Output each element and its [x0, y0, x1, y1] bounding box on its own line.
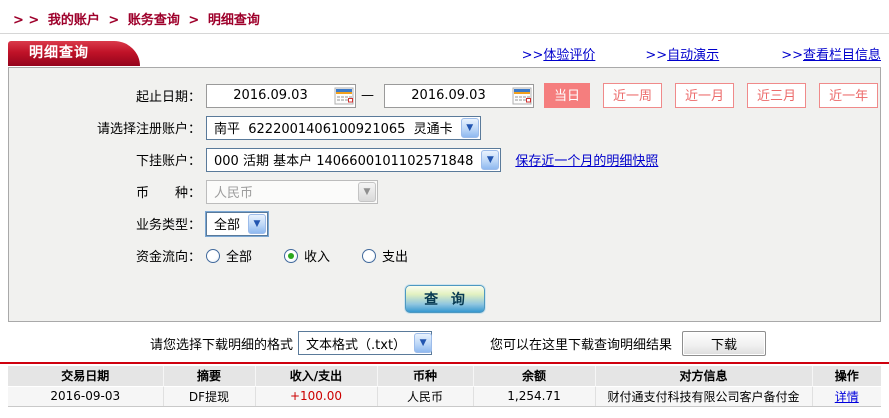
breadcrumb-separator: >	[108, 13, 119, 28]
page-title: 明细查询	[29, 45, 89, 61]
breadcrumb: > > 我的账户 > 账务查询 > 明细查询	[0, 0, 889, 28]
register-account-row: 请选择注册账户： 南平 6222001406100921065 灵通卡 ▼	[9, 115, 880, 140]
col-header-date: 交易日期	[8, 366, 163, 386]
cell-currency: 人民币	[377, 386, 473, 406]
register-account-value: 南平 6222001406100921065 灵通卡	[207, 118, 460, 137]
chevron-down-icon: ▼	[358, 182, 376, 202]
result-table: 交易日期 摘要 收入/支出 币种 余额 对方信息 操作 2016-09-03 D…	[8, 366, 881, 407]
flow-option-income-label: 收入	[304, 246, 330, 265]
download-hint: 您可以在这里下载查询明细结果	[490, 334, 672, 353]
query-button[interactable]: 查 询	[405, 285, 485, 313]
query-form-panel: 起止日期： 2016.09.03 — 2016.09.03	[8, 67, 881, 322]
query-button-row: 查 询	[9, 285, 880, 313]
breadcrumb-item-my-account[interactable]: 我的账户	[48, 13, 100, 28]
date-range-row: 起止日期： 2016.09.03 — 2016.09.03	[9, 83, 880, 108]
currency-label: 币 种：	[9, 182, 201, 201]
date-from-value: 2016.09.03	[207, 88, 334, 103]
cell-amount: +100.00	[255, 386, 377, 406]
save-snapshot-link[interactable]: 保存近一个月的明细快照	[515, 150, 658, 169]
col-header-counterparty: 对方信息	[595, 366, 812, 386]
col-header-currency: 币种	[377, 366, 473, 386]
chevron-down-icon[interactable]: ▼	[414, 333, 432, 353]
col-header-balance: 余额	[473, 366, 595, 386]
fund-flow-label: 资金流向：	[9, 246, 201, 265]
chevron-down-icon[interactable]: ▼	[461, 118, 479, 138]
flow-option-expense[interactable]: 支出	[362, 246, 408, 265]
quick-range-year-button[interactable]: 近一年	[819, 83, 878, 108]
col-header-action: 操作	[812, 366, 881, 386]
table-row: 2016-09-03 DF提现 +100.00 人民币 1,254.71 财付通…	[8, 386, 881, 406]
breadcrumb-separator: >	[188, 13, 199, 28]
register-account-select[interactable]: 南平 6222001406100921065 灵通卡 ▼	[206, 116, 481, 140]
link-view-column-info[interactable]: >>查看栏目信息	[781, 44, 881, 63]
table-top-divider	[0, 362, 889, 364]
currency-value: 人民币	[207, 182, 357, 201]
link-auto-demo[interactable]: >>自动演示	[645, 44, 719, 63]
breadcrumb-prefix: > >	[13, 13, 39, 28]
tab-row: 明细查询 >>体验评价 >>自动演示 >>查看栏目信息	[8, 41, 881, 66]
chevron-down-icon[interactable]: ▼	[248, 214, 266, 234]
radio-checked-icon[interactable]	[284, 249, 298, 263]
quick-range-week-button[interactable]: 近一周	[603, 83, 662, 108]
quick-range-today-button[interactable]: 当日	[544, 83, 590, 108]
sub-account-value: 000 活期 基本户 1406600101102571848	[207, 150, 480, 169]
breadcrumb-divider	[0, 33, 889, 34]
cell-balance: 1,254.71	[473, 386, 595, 406]
calendar-icon[interactable]	[512, 86, 532, 106]
cell-summary: DF提现	[163, 386, 255, 406]
date-range-label: 起止日期：	[9, 86, 201, 105]
date-separator: —	[361, 88, 374, 103]
link-experience-review[interactable]: >>体验评价	[522, 44, 596, 63]
sub-account-label: 下挂账户：	[9, 150, 201, 169]
link-prefix: >>	[522, 48, 544, 63]
download-format-select[interactable]: 文本格式（.txt） ▼	[298, 331, 432, 355]
flow-option-all-label: 全部	[226, 246, 252, 265]
date-to-input[interactable]: 2016.09.03	[384, 84, 534, 108]
download-row: 请您选择下载明细的格式 文本格式（.txt） ▼ 您可以在这里下载查询明细结果 …	[0, 330, 889, 356]
fund-flow-row: 资金流向： 全部 收入 支出	[9, 243, 880, 268]
business-type-row: 业务类型： 全部 ▼	[9, 211, 880, 236]
flow-option-all[interactable]: 全部	[206, 246, 252, 265]
download-format-value: 文本格式（.txt）	[299, 334, 413, 353]
col-header-amount: 收入/支出	[255, 366, 377, 386]
header-links: >>体验评价 >>自动演示 >>查看栏目信息	[522, 44, 881, 63]
register-account-label: 请选择注册账户：	[9, 118, 201, 137]
quick-range-month-button[interactable]: 近一月	[675, 83, 734, 108]
quick-range-3months-button[interactable]: 近三月	[747, 83, 806, 108]
sub-account-select[interactable]: 000 活期 基本户 1406600101102571848 ▼	[206, 148, 501, 172]
tab-detail-query: 明细查询	[8, 41, 110, 66]
detail-link[interactable]: 详情	[835, 390, 859, 404]
cell-date: 2016-09-03	[8, 386, 163, 406]
download-button[interactable]: 下载	[682, 331, 766, 356]
chevron-down-icon[interactable]: ▼	[481, 150, 499, 170]
cell-counterparty: 财付通支付科技有限公司客户备付金	[595, 386, 812, 406]
date-to-value: 2016.09.03	[385, 88, 512, 103]
date-from-input[interactable]: 2016.09.03	[206, 84, 356, 108]
sub-account-row: 下挂账户： 000 活期 基本户 1406600101102571848 ▼ 保…	[9, 147, 880, 172]
currency-row: 币 种： 人民币 ▼	[9, 179, 880, 204]
download-format-label: 请您选择下载明细的格式	[150, 334, 293, 353]
calendar-icon[interactable]	[334, 86, 354, 106]
business-type-value: 全部	[207, 214, 247, 233]
business-type-select[interactable]: 全部 ▼	[206, 212, 268, 236]
link-prefix: >>	[645, 48, 667, 63]
flow-option-income[interactable]: 收入	[284, 246, 330, 265]
business-type-label: 业务类型：	[9, 214, 201, 233]
radio-icon[interactable]	[362, 249, 376, 263]
flow-option-expense-label: 支出	[382, 246, 408, 265]
currency-select-disabled: 人民币 ▼	[206, 180, 378, 204]
link-prefix: >>	[781, 48, 803, 63]
cell-action: 详情	[812, 386, 881, 406]
table-header-row: 交易日期 摘要 收入/支出 币种 余额 对方信息 操作	[8, 366, 881, 386]
breadcrumb-item-account-query[interactable]: 账务查询	[128, 13, 180, 28]
col-header-summary: 摘要	[163, 366, 255, 386]
radio-icon[interactable]	[206, 249, 220, 263]
breadcrumb-item-detail-query[interactable]: 明细查询	[208, 13, 260, 28]
